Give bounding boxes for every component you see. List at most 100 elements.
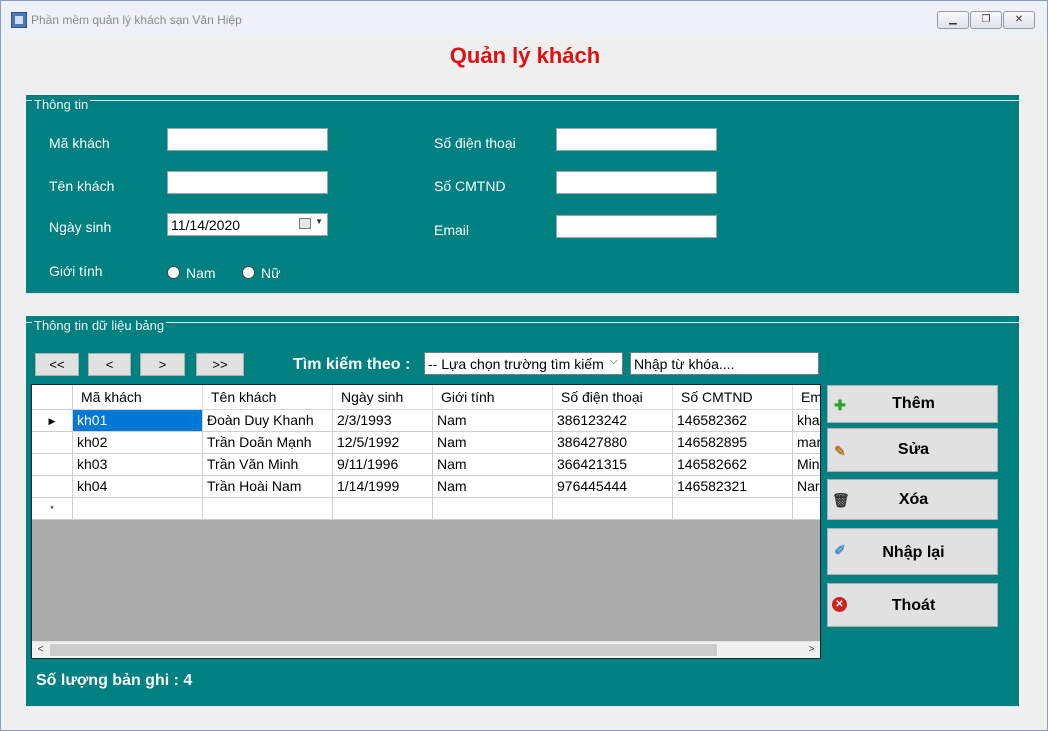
- calendar-icon[interactable]: [299, 218, 311, 229]
- search-field-value: -- Lựa chọn trường tìm kiếm: [428, 356, 604, 372]
- minimize-button[interactable]: ▁: [937, 11, 969, 29]
- cell-ma-khach[interactable]: kh01: [73, 410, 203, 432]
- first-record-button[interactable]: <<: [35, 353, 79, 376]
- app-icon: [11, 12, 27, 28]
- col-ten-khach[interactable]: Tên khách: [203, 385, 333, 410]
- window-title: Phần mềm quản lý khách sạn Văn Hiệp: [31, 13, 242, 27]
- col-email[interactable]: Em: [793, 385, 820, 410]
- title-bar: Phần mềm quản lý khách sạn Văn Hiệp ▁ ❐ …: [1, 1, 1047, 35]
- radio-nu-label[interactable]: Nữ: [261, 265, 280, 281]
- table-row[interactable]: kh02 Trần Doãn Mạnh 12/5/1992 Nam 386427…: [32, 432, 820, 454]
- so-dien-thoai-input[interactable]: [556, 128, 717, 151]
- radio-nam-label[interactable]: Nam: [186, 265, 216, 281]
- scroll-left-icon[interactable]: <: [32, 642, 49, 658]
- cell-ngay-sinh[interactable]: 1/14/1999: [333, 476, 433, 498]
- cell-gioi-tinh[interactable]: Nam: [433, 410, 553, 432]
- exit-button[interactable]: ✕ Thoát: [827, 583, 998, 627]
- email-label: Email: [434, 222, 470, 238]
- data-group: Thông tin dữ liệu bảng << < > >> Tìm kiế…: [26, 315, 1019, 707]
- row-header[interactable]: [32, 432, 73, 454]
- cell-ngay-sinh[interactable]: 12/5/1992: [333, 432, 433, 454]
- cell-gioi-tinh[interactable]: Nam: [433, 454, 553, 476]
- cell-ten-khach[interactable]: Đoàn Duy Khanh: [203, 410, 333, 432]
- radio-nu[interactable]: [242, 266, 255, 279]
- cell-ten-khach[interactable]: Trần Doãn Mạnh: [203, 432, 333, 454]
- email-input[interactable]: [556, 215, 717, 238]
- gioi-tinh-label: Giới tính: [49, 263, 103, 279]
- col-gioi-tinh[interactable]: Giới tính: [433, 385, 553, 410]
- cell-so-cmtnd[interactable]: 146582362: [673, 410, 793, 432]
- cell-ngay-sinh[interactable]: 2/3/1993: [333, 410, 433, 432]
- new-cell[interactable]: [553, 498, 673, 520]
- last-record-button[interactable]: >>: [196, 353, 244, 376]
- exit-button-label: Thoát: [891, 597, 936, 614]
- data-legend: Thông tin dữ liệu bảng: [32, 318, 167, 333]
- cell-gioi-tinh[interactable]: Nam: [433, 476, 553, 498]
- new-row[interactable]: *: [32, 498, 820, 520]
- new-row-icon[interactable]: *: [32, 498, 73, 520]
- delete-button[interactable]: 🗑 Xóa: [827, 479, 998, 520]
- cell-so-cmtnd[interactable]: 146582321: [673, 476, 793, 498]
- cell-so-dien-thoai[interactable]: 386427880: [553, 432, 673, 454]
- ngay-sinh-value: 11/14/2020: [171, 217, 241, 233]
- data-group-bottom: [26, 706, 1019, 707]
- record-count: Số lượng bản ghi : 4: [36, 672, 193, 689]
- chevron-down-icon[interactable]: ▼: [315, 217, 323, 226]
- prev-record-button[interactable]: <: [88, 353, 131, 376]
- new-cell[interactable]: [203, 498, 333, 520]
- edit-button[interactable]: ✎ Sửa: [827, 428, 998, 472]
- ma-khach-input[interactable]: [167, 128, 328, 151]
- cell-so-dien-thoai[interactable]: 976445444: [553, 476, 673, 498]
- cell-ma-khach[interactable]: kh02: [73, 432, 203, 454]
- so-cmtnd-input[interactable]: [556, 171, 717, 194]
- keyword-input[interactable]: Nhập từ khóa....: [630, 352, 819, 375]
- current-row-icon[interactable]: ▶: [32, 410, 73, 432]
- cell-so-dien-thoai[interactable]: 366421315: [553, 454, 673, 476]
- ngay-sinh-picker[interactable]: 11/14/2020 ▼: [167, 213, 328, 236]
- table-row[interactable]: kh03 Trần Văn Minh 9/11/1996 Nam 3664213…: [32, 454, 820, 476]
- page-title: Quản lý khách: [449, 43, 601, 68]
- customer-table[interactable]: Mã khách Tên khách Ngày sinh Giới tính S…: [31, 384, 821, 659]
- cell-email[interactable]: mar: [793, 432, 820, 454]
- table-corner: [32, 385, 73, 410]
- row-header[interactable]: [32, 476, 73, 498]
- cell-email[interactable]: Min: [793, 454, 820, 476]
- row-header[interactable]: [32, 454, 73, 476]
- cell-so-cmtnd[interactable]: 146582895: [673, 432, 793, 454]
- cell-email[interactable]: Nar: [793, 476, 820, 498]
- cell-so-cmtnd[interactable]: 146582662: [673, 454, 793, 476]
- scroll-right-icon[interactable]: >: [803, 642, 820, 658]
- cell-ten-khach[interactable]: Trần Hoài Nam: [203, 476, 333, 498]
- new-cell[interactable]: [433, 498, 553, 520]
- cell-email[interactable]: kha: [793, 410, 820, 432]
- cell-ten-khach[interactable]: Trần Văn Minh: [203, 454, 333, 476]
- close-button[interactable]: ✕: [1003, 11, 1035, 29]
- new-cell[interactable]: [793, 498, 820, 520]
- reset-button-label: Nhập lại: [882, 544, 945, 561]
- table-row[interactable]: kh04 Trần Hoài Nam 1/14/1999 Nam 9764454…: [32, 476, 820, 498]
- cell-gioi-tinh[interactable]: Nam: [433, 432, 553, 454]
- col-so-cmtnd[interactable]: Số CMTND: [673, 385, 793, 410]
- radio-nam[interactable]: [167, 266, 180, 279]
- new-cell[interactable]: [333, 498, 433, 520]
- next-record-button[interactable]: >: [140, 353, 185, 376]
- reset-button[interactable]: ✐ Nhập lại: [827, 528, 998, 575]
- info-group-bottom: [26, 293, 1019, 294]
- col-ngay-sinh[interactable]: Ngày sinh: [333, 385, 433, 410]
- cell-so-dien-thoai[interactable]: 386123242: [553, 410, 673, 432]
- cell-ngay-sinh[interactable]: 9/11/1996: [333, 454, 433, 476]
- cell-ma-khach[interactable]: kh03: [73, 454, 203, 476]
- table-row[interactable]: ▶ kh01 Đoàn Duy Khanh 2/3/1993 Nam 38612…: [32, 410, 820, 432]
- search-field-select[interactable]: -- Lựa chọn trường tìm kiếm ⌵: [424, 352, 623, 375]
- col-ma-khach[interactable]: Mã khách: [73, 385, 203, 410]
- horizontal-scrollbar[interactable]: < >: [32, 641, 820, 658]
- scrollbar-thumb[interactable]: [50, 644, 717, 656]
- add-button[interactable]: ✚ Thêm: [827, 385, 998, 423]
- info-legend: Thông tin: [32, 97, 91, 112]
- restore-button[interactable]: ❐: [970, 11, 1002, 29]
- new-cell[interactable]: [673, 498, 793, 520]
- cell-ma-khach[interactable]: kh04: [73, 476, 203, 498]
- new-cell[interactable]: [73, 498, 203, 520]
- ten-khach-input[interactable]: [167, 171, 328, 194]
- col-so-dien-thoai[interactable]: Số điện thoại: [553, 385, 673, 410]
